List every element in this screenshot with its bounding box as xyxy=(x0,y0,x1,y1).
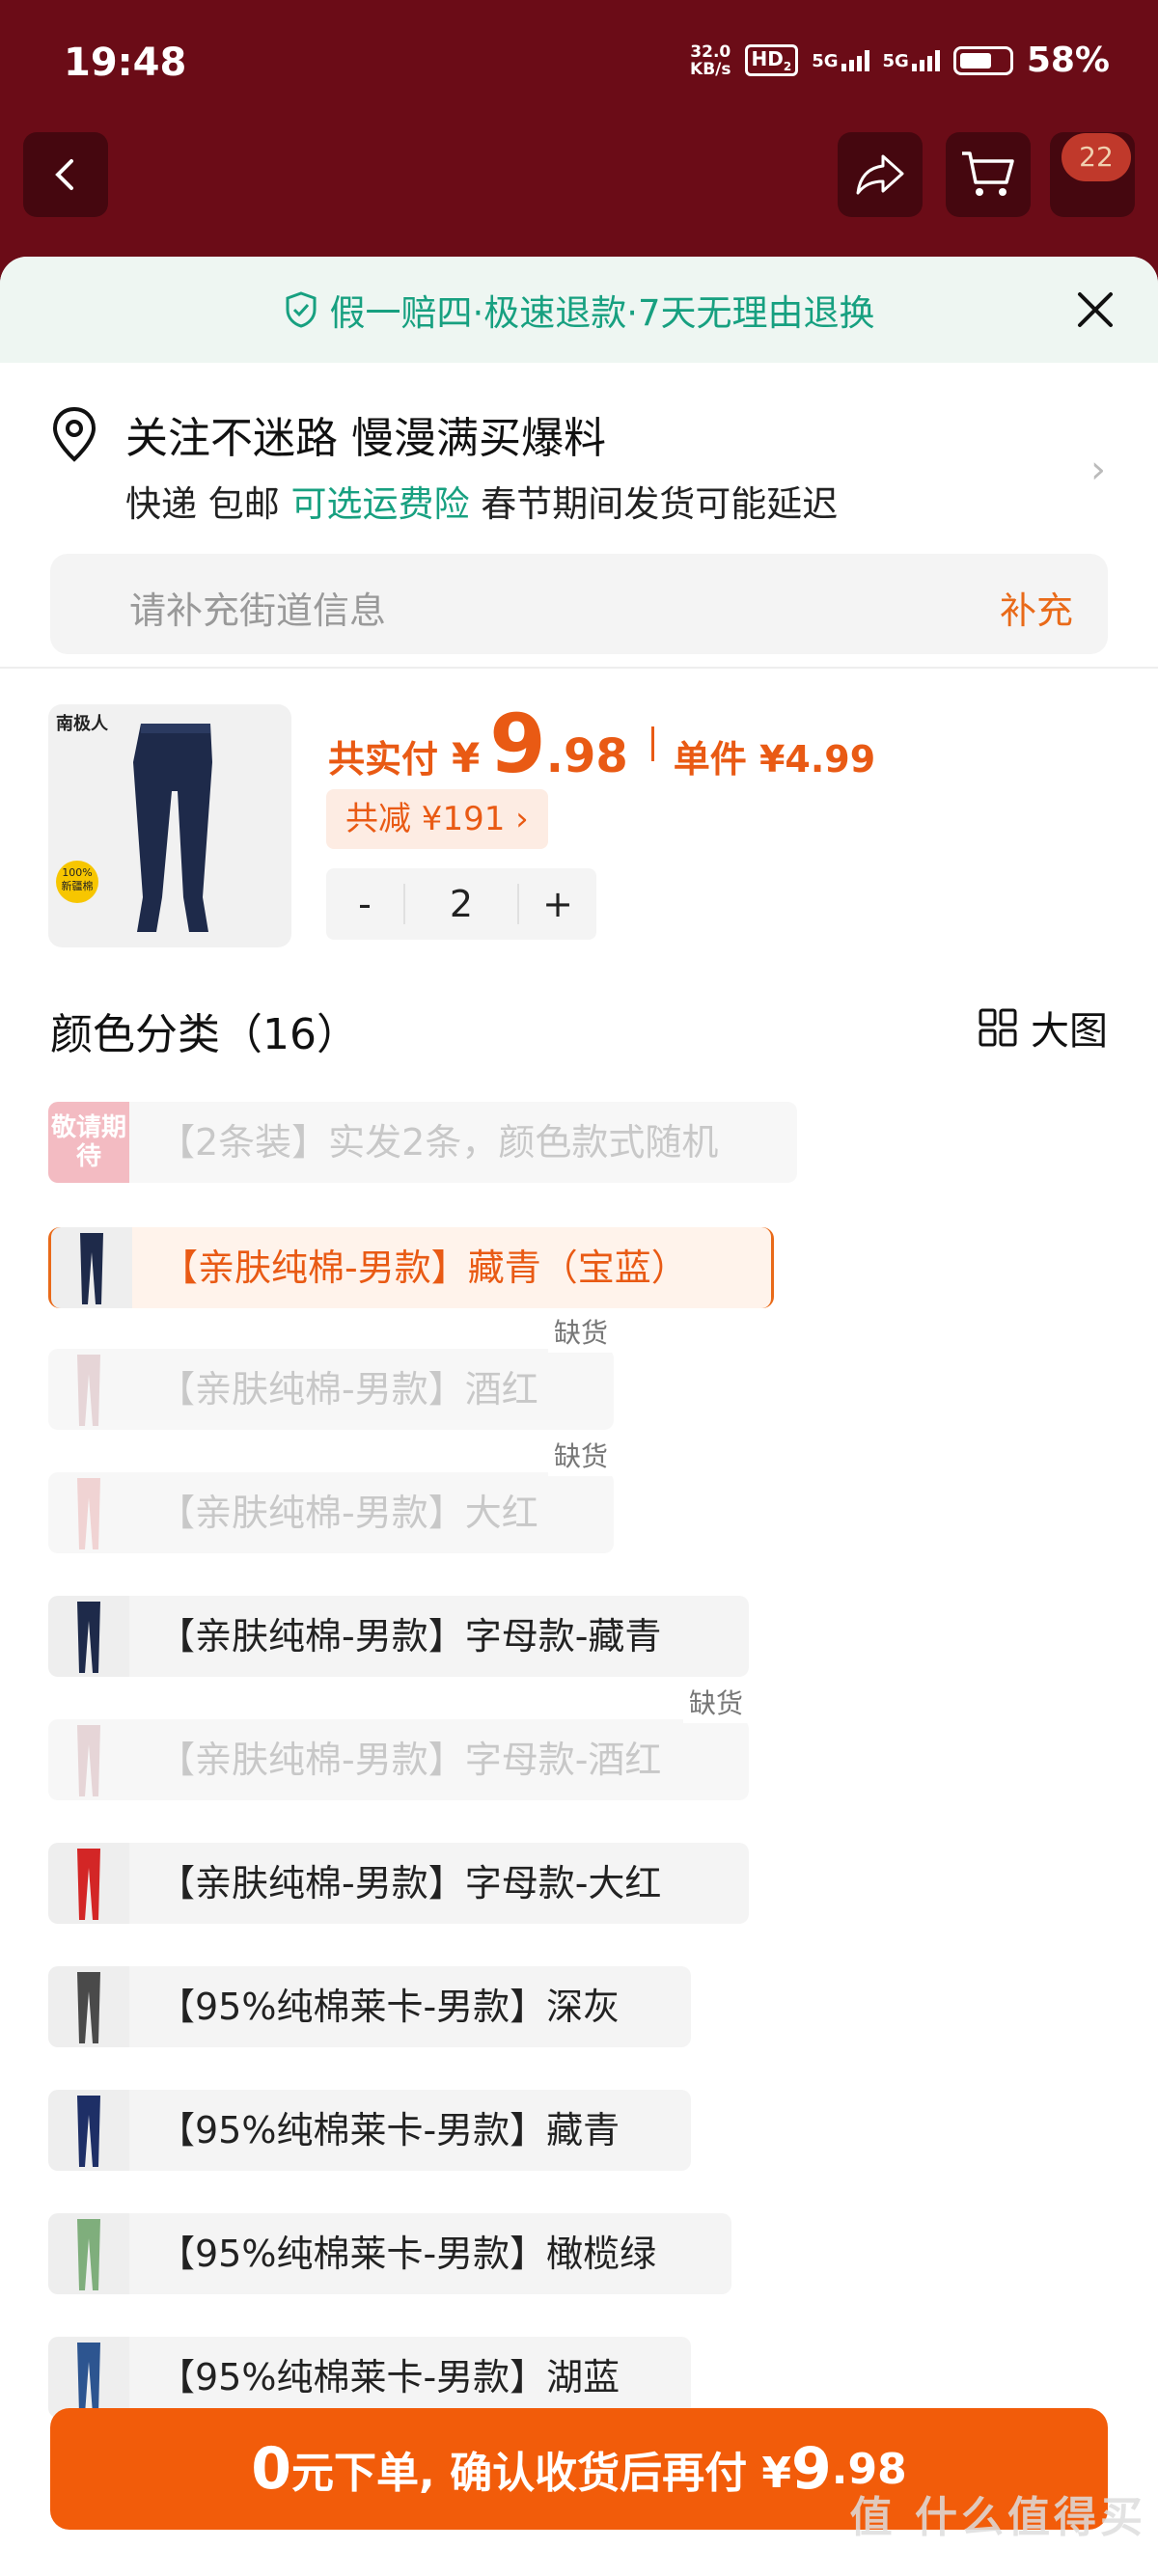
share-icon xyxy=(856,154,904,195)
out-of-stock-badge: 缺货 xyxy=(547,1434,614,1476)
leggings-icon xyxy=(77,1972,100,2043)
battery-level: 58% xyxy=(1026,41,1110,80)
leggings-image xyxy=(133,724,212,932)
color-option-thumbnail xyxy=(48,2213,129,2294)
address-title: 关注不迷路 慢漫满买爆料 xyxy=(125,414,606,463)
leggings-icon xyxy=(77,2343,100,2414)
color-option-thumbnail xyxy=(51,1227,132,1308)
discount-chip[interactable]: 共减 ¥191 › xyxy=(326,789,548,849)
color-option[interactable]: 【亲肤纯棉-男款】字母款-大红 xyxy=(48,1843,749,1924)
unit-price: 单件 ¥4.99 xyxy=(673,738,876,781)
product-thumbnail[interactable]: 南极人 100% 新疆棉 xyxy=(48,704,291,947)
price-summary: 共实付 ¥ 9 .98 单件 ¥4.99 xyxy=(328,697,876,791)
quantity-value[interactable]: 2 xyxy=(403,884,519,924)
leggings-icon xyxy=(77,1602,100,1673)
signal-icon-2: 5G xyxy=(883,49,940,71)
leggings-icon xyxy=(77,2096,100,2167)
color-option[interactable]: 【95%纯棉莱卡-男款】湖蓝 xyxy=(48,2337,691,2418)
cart-button[interactable] xyxy=(946,132,1031,217)
street-placeholder: 请补充街道信息 xyxy=(129,589,387,632)
color-option[interactable]: 【95%纯棉莱卡-男款】深灰 xyxy=(48,1966,691,2047)
color-option: 敬请期待 【2条装】实发2条，颜色款式随机 xyxy=(48,1102,797,1183)
net-speed: 32.0 KB/s xyxy=(690,41,731,79)
color-option-label: 【亲肤纯棉-男款】字母款-藏青 xyxy=(129,1596,749,1677)
cart-icon xyxy=(962,151,1014,196)
out-of-stock-badge: 缺货 xyxy=(547,1310,614,1353)
color-option: 【亲肤纯棉-男款】字母款-酒红 缺货 xyxy=(48,1681,749,1800)
color-option-label: 【2条装】实发2条，颜色款式随机 xyxy=(129,1102,797,1183)
guarantee-banner: 假一赔四·极速退款·7天无理由退换 xyxy=(0,257,1158,363)
close-button[interactable] xyxy=(1069,284,1121,336)
chevron-right-icon[interactable]: › xyxy=(1090,448,1106,492)
color-option-label: 【95%纯棉莱卡-男款】橄榄绿 xyxy=(129,2213,731,2294)
hd-icon: HD2 xyxy=(744,44,799,76)
color-option: 【亲肤纯棉-男款】大红 缺货 xyxy=(48,1434,614,1553)
color-option-thumbnail xyxy=(48,2337,129,2418)
color-option-label: 【亲肤纯棉-男款】酒红 xyxy=(129,1349,614,1430)
color-option: 【亲肤纯棉-男款】酒红 缺货 xyxy=(48,1310,614,1430)
color-option-thumbnail xyxy=(48,1596,129,1677)
color-option-thumbnail xyxy=(48,2090,129,2171)
decrease-button[interactable]: - xyxy=(326,883,403,925)
color-option-thumbnail: 敬请期待 xyxy=(48,1102,129,1183)
color-option[interactable]: 【95%纯棉莱卡-男款】橄榄绿 xyxy=(48,2213,731,2294)
close-icon xyxy=(1078,292,1113,327)
color-option[interactable]: 【亲肤纯棉-男款】藏青（宝蓝） xyxy=(48,1227,774,1308)
leggings-icon xyxy=(77,1849,100,1920)
color-option-thumbnail xyxy=(48,1843,129,1924)
status-icons: 32.0 KB/s HD2 5G 5G 58% xyxy=(690,41,1110,80)
grid-icon xyxy=(979,1008,1017,1047)
color-option[interactable]: 【亲肤纯棉-男款】字母款-藏青 xyxy=(48,1596,749,1677)
thumbnail-badge: 100% 新疆棉 xyxy=(56,861,98,903)
big-image-toggle[interactable]: 大图 xyxy=(979,1000,1108,1055)
color-category-title: 颜色分类（16） xyxy=(50,1010,359,1059)
status-time: 19:48 xyxy=(64,41,187,85)
total-price-dec: .98 xyxy=(545,729,628,783)
color-option-thumbnail xyxy=(48,1349,129,1430)
leggings-icon xyxy=(77,1478,100,1549)
color-option-thumbnail xyxy=(48,1472,129,1553)
color-option-label: 【亲肤纯棉-男款】字母款-酒红 xyxy=(129,1719,749,1800)
quantity-stepper: - 2 + xyxy=(326,868,596,940)
leggings-icon xyxy=(77,1725,100,1796)
share-button[interactable] xyxy=(838,132,923,217)
location-pin-icon xyxy=(48,405,100,467)
divider xyxy=(0,667,1158,669)
color-option-label: 【95%纯棉莱卡-男款】湖蓝 xyxy=(129,2337,691,2418)
add-street-button[interactable]: 补充 xyxy=(1000,581,1073,634)
shipping-insurance-link[interactable]: 可选运费险 xyxy=(291,483,470,525)
guarantee-text: 假一赔四·极速退款·7天无理由退换 xyxy=(329,292,875,334)
shield-check-icon xyxy=(283,290,319,329)
chevron-left-icon xyxy=(55,159,73,190)
total-label: 共实付 xyxy=(328,738,439,781)
color-option-label: 【95%纯棉莱卡-男款】深灰 xyxy=(129,1966,691,2047)
leggings-icon xyxy=(77,1355,100,1426)
total-price-int: 9 xyxy=(489,697,546,791)
back-button[interactable] xyxy=(23,132,108,217)
color-option-label: 【亲肤纯棉-男款】藏青（宝蓝） xyxy=(132,1227,771,1308)
cart-count-badge: 22 xyxy=(1062,133,1131,181)
color-option-label: 【亲肤纯棉-男款】大红 xyxy=(129,1472,614,1553)
color-option-label: 【亲肤纯棉-男款】字母款-大红 xyxy=(129,1843,749,1924)
leggings-icon xyxy=(80,1233,103,1304)
color-option-label: 【95%纯棉莱卡-男款】藏青 xyxy=(129,2090,691,2171)
shipping-info: 快递 包邮 可选运费险 春节期间发货可能延迟 xyxy=(125,483,839,525)
sku-selection-sheet: 假一赔四·极速退款·7天无理由退换 关注不迷路 慢漫满买爆料 快递 包邮 可选运… xyxy=(0,257,1158,2576)
address-section[interactable]: 关注不迷路 慢漫满买爆料 快递 包邮 可选运费险 春节期间发货可能延迟 › 请补… xyxy=(0,363,1158,668)
signal-icon: 5G xyxy=(812,49,869,71)
increase-button[interactable]: + xyxy=(519,883,596,925)
status-bar: 19:48 32.0 KB/s HD2 5G 5G 58% xyxy=(0,0,1158,125)
color-option-thumbnail xyxy=(48,1966,129,2047)
price-separator xyxy=(650,726,654,761)
out-of-stock-badge: 缺货 xyxy=(682,1681,749,1723)
watermark: 值 什么值得买 zhizhizhi.com xyxy=(849,2493,1146,2568)
battery-icon xyxy=(952,45,1013,75)
street-input[interactable]: 请补充街道信息 补充 xyxy=(50,554,1108,654)
leggings-icon xyxy=(77,2219,100,2290)
color-option[interactable]: 【95%纯棉莱卡-男款】藏青 xyxy=(48,2090,691,2171)
color-option-thumbnail xyxy=(48,1719,129,1800)
